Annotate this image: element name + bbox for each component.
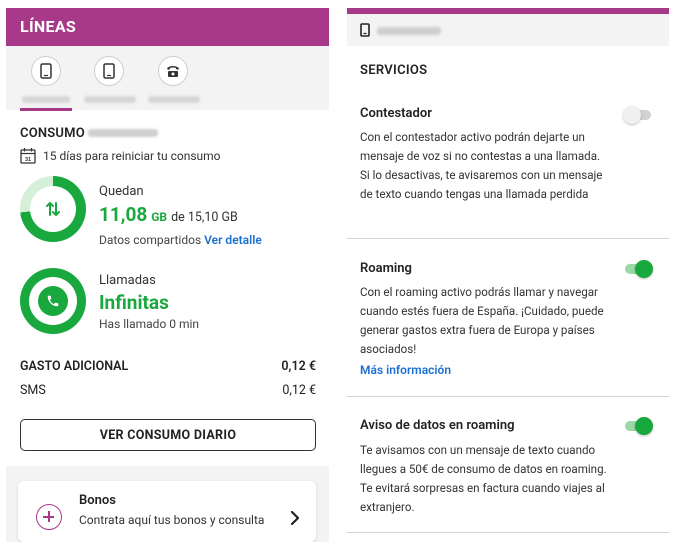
bonos-subtitle: Contrata aquí tus bonos y consulta xyxy=(79,513,265,527)
services-panel: SERVICIOS Contestador Con el contestador… xyxy=(347,0,669,542)
view-detail-link[interactable]: Ver detalle xyxy=(204,233,262,247)
calls-label: Llamadas xyxy=(99,273,156,288)
mobile-phone-icon xyxy=(360,23,370,37)
service-title-roaming-data-alert: Aviso de datos en roaming xyxy=(360,418,515,433)
svg-text:31: 31 xyxy=(25,157,31,163)
extra-cost-total: 0,12 € xyxy=(281,359,316,374)
line-selector xyxy=(347,14,669,46)
calls-ring xyxy=(20,268,86,334)
add-circle-icon xyxy=(36,504,62,530)
line-number-redacted xyxy=(88,129,158,137)
line-tabs xyxy=(6,46,329,111)
consumo-title: CONSUMO xyxy=(20,126,85,141)
calls-value: Infinitas xyxy=(99,291,169,314)
extra-cost-title: GASTO ADICIONAL xyxy=(20,359,129,374)
service-title-roaming: Roaming xyxy=(360,261,412,276)
toggle-roaming[interactable] xyxy=(625,260,653,278)
data-remaining-amount: 11,08 GB de 15,10 GB xyxy=(99,203,238,226)
tab-label-redacted xyxy=(22,96,70,103)
service-desc-roaming-data-alert: Te avisamos con un mensaje de texto cuan… xyxy=(360,443,607,514)
more-info-link[interactable]: Más información xyxy=(360,363,451,377)
data-transfer-icon xyxy=(46,202,60,216)
service-desc-roaming: Con el roaming activo podrás llamar y na… xyxy=(360,285,604,356)
tab-label-redacted xyxy=(148,96,200,103)
reset-countdown: 15 días para reiniciar tu consumo xyxy=(43,149,221,163)
extra-cost-row: GASTO ADICIONAL 0,12 € xyxy=(20,359,316,374)
lines-header: LÍNEAS xyxy=(6,8,329,46)
services-section-title: SERVICIOS xyxy=(360,63,428,78)
tab-line-2[interactable] xyxy=(94,56,124,86)
tab-label-redacted xyxy=(84,96,136,103)
service-desc-contestador: Con el contestador activo podrán dejarte… xyxy=(360,130,603,201)
data-usage-ring xyxy=(20,176,86,242)
page-title: LÍNEAS xyxy=(20,17,77,36)
toggle-roaming-data-alert[interactable] xyxy=(625,417,653,435)
line-number-redacted xyxy=(377,27,441,35)
bonos-title: Bonos xyxy=(79,493,116,508)
mobile-phone-icon xyxy=(103,63,115,79)
calendar-icon: 31 xyxy=(20,148,36,164)
sms-cost-row: SMS 0,12 € xyxy=(20,383,316,398)
lines-panel: LÍNEAS CONSUMO 31 15 días para reiniciar… xyxy=(6,0,329,542)
bonos-card[interactable]: Bonos Contrata aquí tus bonos y consulta xyxy=(18,481,316,542)
sms-label: SMS xyxy=(20,383,46,398)
sms-value: 0,12 € xyxy=(282,383,316,398)
data-remaining-label: Quedan xyxy=(99,184,144,199)
phone-call-icon xyxy=(47,295,59,307)
calls-used: Has llamado 0 min xyxy=(99,317,200,331)
service-title-contestador: Contestador xyxy=(360,106,432,121)
tab-line-1[interactable] xyxy=(31,56,61,86)
tab-line-3[interactable] xyxy=(158,56,188,86)
mobile-phone-icon xyxy=(40,63,52,79)
toggle-contestador[interactable] xyxy=(623,106,651,124)
active-tab-indicator xyxy=(20,108,72,111)
daily-consumption-button[interactable]: VER CONSUMO DIARIO xyxy=(20,419,316,451)
chevron-right-icon xyxy=(290,511,300,525)
shared-data-line: Datos compartidos Ver detalle xyxy=(99,233,262,247)
landline-phone-icon xyxy=(167,66,179,77)
